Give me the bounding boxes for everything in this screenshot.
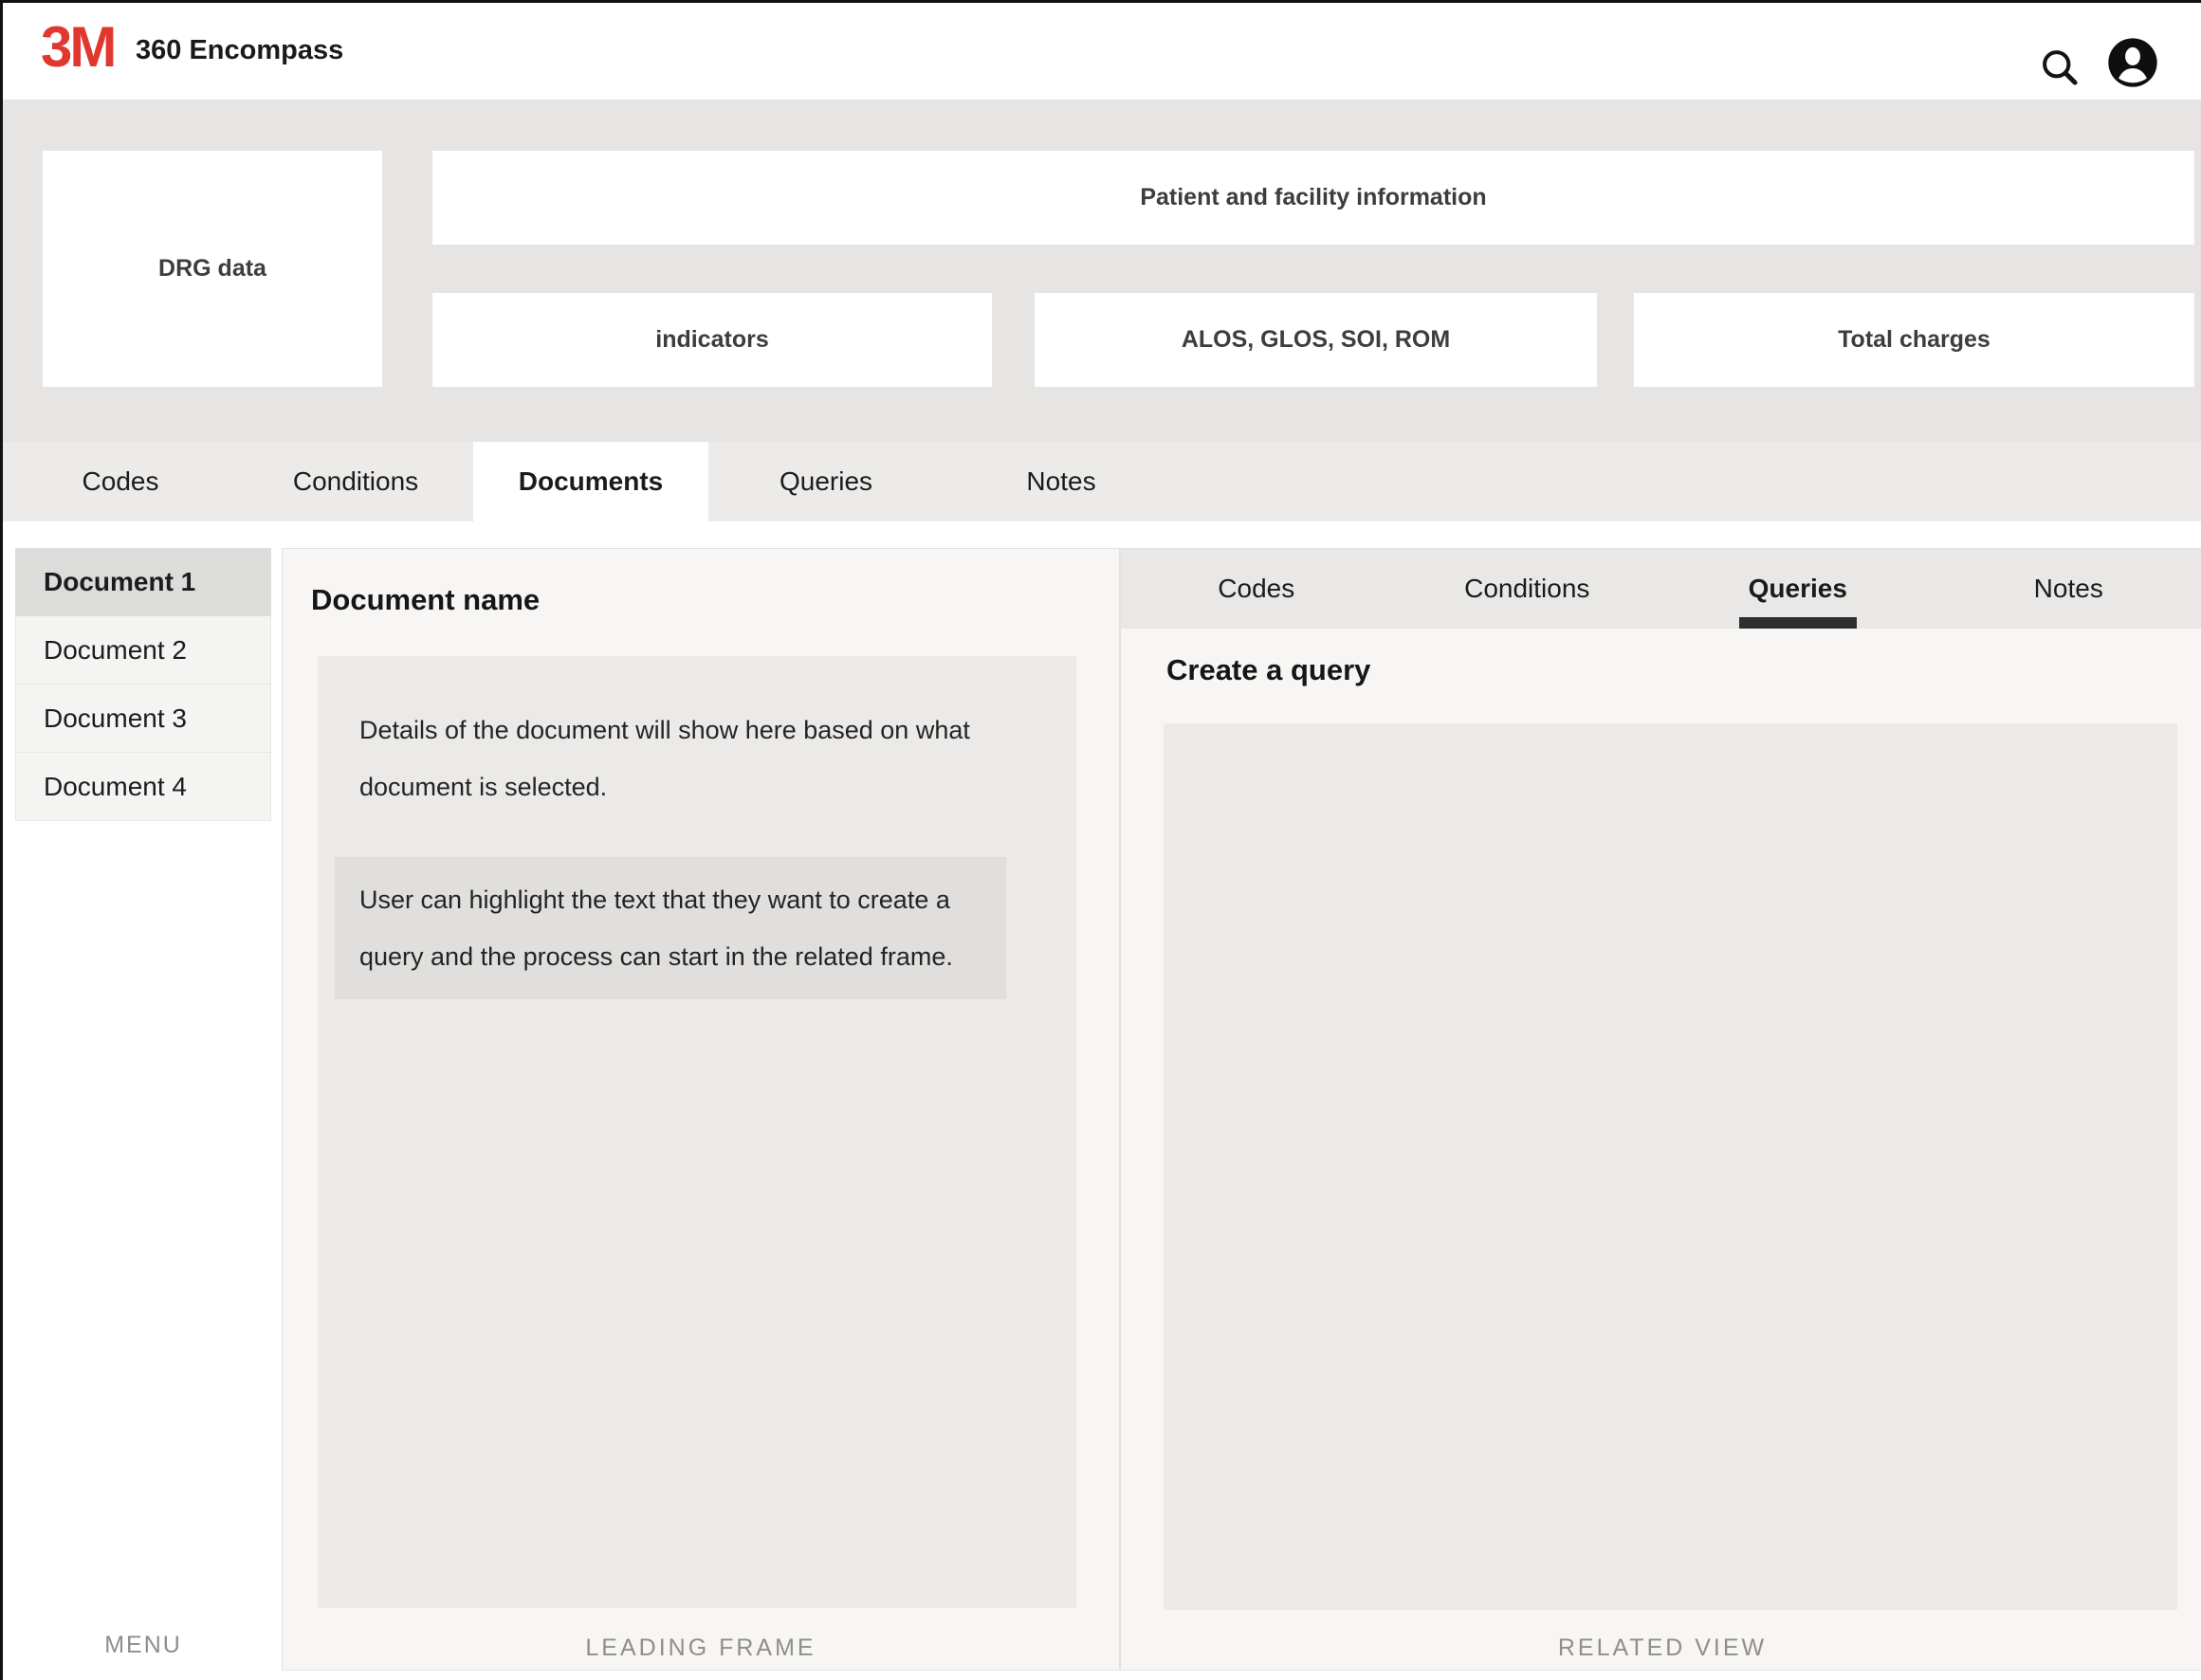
- related-view-footer-label: RELATED VIEW: [1121, 1634, 2201, 1662]
- document-name-title: Document name: [311, 583, 540, 617]
- related-tab-queries-label: Queries: [1749, 574, 1847, 603]
- 3m-logo: 3M: [41, 14, 114, 80]
- related-tab-notes-label: Notes: [2034, 574, 2103, 603]
- tab-queries[interactable]: Queries: [708, 442, 944, 521]
- related-tab-conditions[interactable]: Conditions: [1392, 549, 1663, 629]
- search-button[interactable]: [2038, 46, 2082, 89]
- drg-data-card: DRG data: [43, 151, 382, 387]
- active-tab-indicator: [1739, 617, 1857, 629]
- user-avatar-button[interactable]: [2106, 36, 2159, 89]
- related-view-panel: Codes Conditions Queries Notes Create a …: [1120, 548, 2201, 1671]
- document-list-item-2[interactable]: Document 2: [15, 616, 271, 685]
- search-icon: [2038, 77, 2082, 93]
- tab-documents[interactable]: Documents: [473, 442, 708, 530]
- app-title: 360 Encompass: [136, 35, 343, 66]
- document-list-item-3[interactable]: Document 3: [15, 685, 271, 753]
- menu-footer-label: MENU: [15, 1632, 271, 1659]
- indicators-card: indicators: [432, 293, 992, 387]
- alos-glos-soi-rom-label: ALOS, GLOS, SOI, ROM: [1182, 326, 1450, 354]
- related-view-tab-bar: Codes Conditions Queries Notes: [1121, 549, 2201, 629]
- leading-frame-panel: Document name Details of the document wi…: [282, 548, 1120, 1671]
- highlighted-text: User can highlight the text that they wa…: [359, 871, 1002, 985]
- patient-facility-card: Patient and facility information: [432, 151, 2194, 245]
- highlighted-text-selection[interactable]: User can highlight the text that they wa…: [335, 857, 1006, 999]
- query-content-area: [1164, 723, 2177, 1610]
- document-content-area: Details of the document will show here b…: [318, 656, 1076, 1608]
- patient-facility-label: Patient and facility information: [1140, 184, 1486, 211]
- main-tab-bar: Codes Conditions Documents Queries Notes: [3, 442, 2201, 521]
- tab-codes[interactable]: Codes: [3, 442, 238, 521]
- document-list: Document 1 Document 2 Document 3 Documen…: [15, 548, 271, 821]
- related-tab-codes-label: Codes: [1218, 574, 1294, 603]
- document-list-item-1[interactable]: Document 1: [15, 548, 271, 616]
- indicators-label: indicators: [655, 326, 768, 354]
- related-tab-queries[interactable]: Queries: [1662, 549, 1934, 629]
- drg-data-label: DRG data: [158, 255, 266, 283]
- user-avatar-icon: [2106, 77, 2159, 93]
- total-charges-card: Total charges: [1634, 293, 2194, 387]
- document-list-item-4[interactable]: Document 4: [15, 753, 271, 821]
- tab-notes[interactable]: Notes: [944, 442, 1179, 521]
- related-tab-codes[interactable]: Codes: [1121, 549, 1392, 629]
- related-tab-conditions-label: Conditions: [1464, 574, 1589, 603]
- document-detail-text: Details of the document will show here b…: [359, 702, 1029, 815]
- alos-glos-soi-rom-card: ALOS, GLOS, SOI, ROM: [1035, 293, 1597, 387]
- tab-conditions[interactable]: Conditions: [238, 442, 473, 521]
- create-query-title: Create a query: [1166, 653, 1370, 687]
- app-window: 3M 360 Encompass DRG data: [0, 0, 2201, 1680]
- total-charges-label: Total charges: [1838, 326, 1990, 354]
- related-tab-notes[interactable]: Notes: [1934, 549, 2201, 629]
- leading-frame-footer-label: LEADING FRAME: [283, 1634, 1119, 1662]
- app-header: 3M 360 Encompass: [3, 3, 2201, 100]
- summary-band: DRG data Patient and facility informatio…: [3, 100, 2201, 442]
